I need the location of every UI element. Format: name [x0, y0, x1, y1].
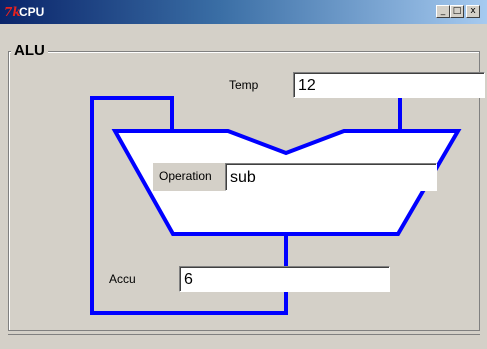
- temp-label: Temp: [223, 72, 293, 98]
- bottom-strip: [8, 334, 480, 345]
- accu-label: Accu: [109, 272, 136, 286]
- operation-label: Operation: [153, 163, 225, 191]
- operation-field[interactable]: [225, 163, 437, 191]
- accu-field[interactable]: [179, 266, 390, 292]
- cpu-window: 7k CPU _ □ x ALU Temp Operation Accu: [0, 0, 487, 349]
- temp-field[interactable]: [293, 72, 485, 98]
